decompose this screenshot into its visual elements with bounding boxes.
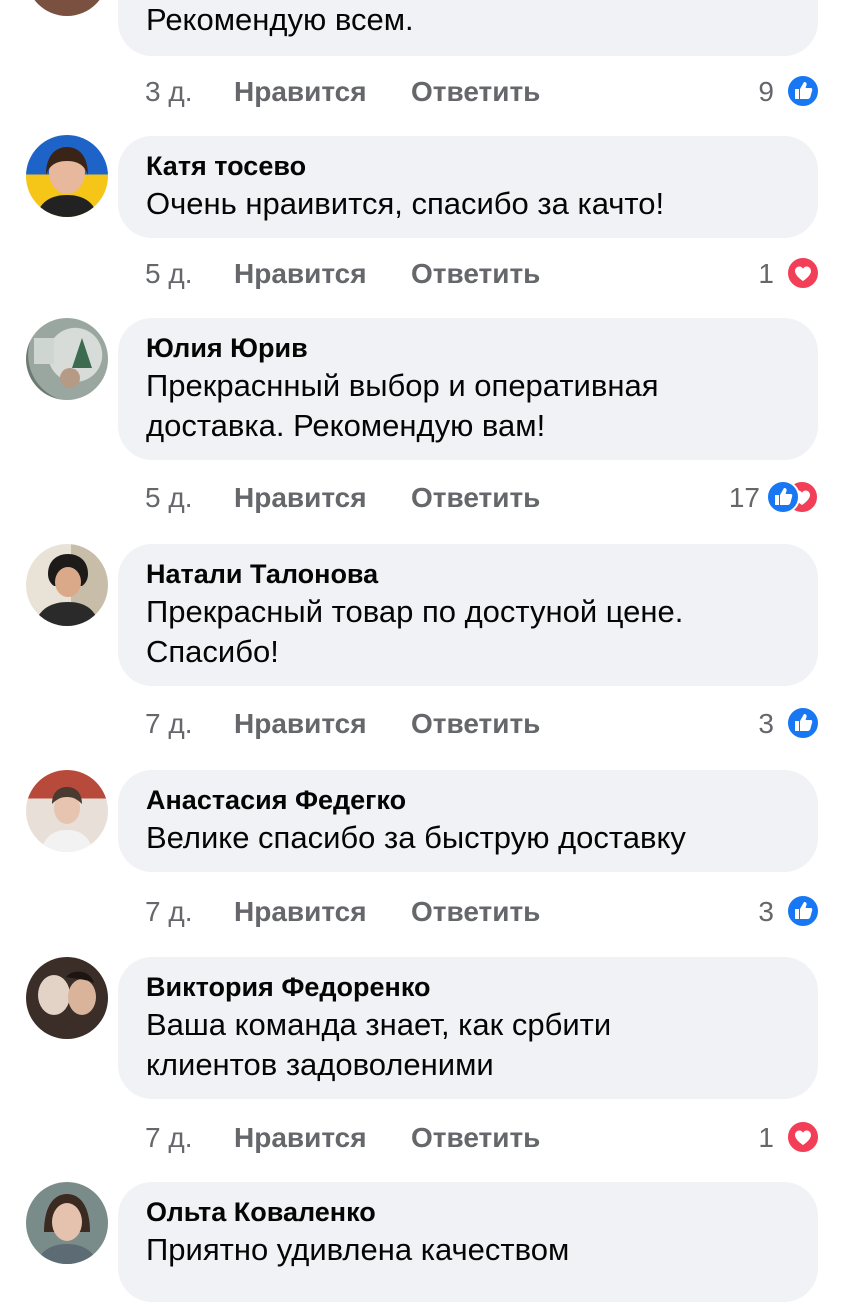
reply-button[interactable]: Ответить bbox=[411, 76, 540, 108]
comment-actions: 5 д. Нравится Ответить 1 bbox=[145, 254, 820, 294]
comment-time[interactable]: 7 д. bbox=[145, 708, 192, 740]
like-button[interactable]: Нравится bbox=[234, 1122, 367, 1154]
reaction-count[interactable]: 1 bbox=[758, 1122, 774, 1154]
comment-text: Рекомендую всем. bbox=[146, 2, 414, 37]
like-icon[interactable] bbox=[786, 74, 820, 108]
avatar-person-icon bbox=[36, 147, 98, 217]
reaction-count[interactable]: 17 bbox=[729, 482, 760, 514]
love-icon[interactable] bbox=[786, 256, 820, 290]
reply-button[interactable]: Ответить bbox=[411, 708, 540, 740]
comment-bubble: Катя тосево Очень нраивится, спасибо за … bbox=[118, 136, 818, 238]
like-button[interactable]: Нравится bbox=[234, 482, 367, 514]
avatar-person-icon bbox=[40, 787, 94, 852]
comment-bubble: Юлия Юрив Прекраснный выбор и оперативна… bbox=[118, 318, 818, 460]
comment-bubble: Виктория Федоренко Ваша команда знает, к… bbox=[118, 957, 818, 1099]
like-icon[interactable] bbox=[786, 894, 820, 928]
reaction-count[interactable]: 9 bbox=[758, 76, 774, 108]
comment-author[interactable]: Натали Талонова bbox=[146, 556, 790, 592]
reaction-count[interactable]: 1 bbox=[758, 258, 774, 290]
avatar-photo-icon bbox=[34, 338, 92, 388]
comment-text: Очень нраивится, спасибо за качто! bbox=[146, 186, 665, 221]
comment-actions: 3 д. Нравится Ответить 9 bbox=[145, 72, 820, 112]
comment-bubble: Натали Талонова Прекрасный товар по дост… bbox=[118, 544, 818, 686]
comment-author[interactable]: Виктория Федоренко bbox=[146, 969, 790, 1005]
like-icon[interactable] bbox=[786, 706, 820, 740]
reaction-count[interactable]: 3 bbox=[758, 708, 774, 740]
avatar-person-icon bbox=[34, 554, 100, 626]
like-button[interactable]: Нравится bbox=[234, 896, 367, 928]
reaction-count[interactable]: 3 bbox=[758, 896, 774, 928]
comment-text: Прекрасный товар по достуной цене. Спаси… bbox=[146, 594, 684, 669]
avatar-photo-icon bbox=[38, 971, 96, 1015]
comment-actions: 7 д. Нравится Ответить 1 bbox=[145, 1118, 820, 1158]
comment-author[interactable]: Катя тосево bbox=[146, 148, 790, 184]
comment-time[interactable]: 7 д. bbox=[145, 1122, 192, 1154]
reaction-icons[interactable] bbox=[766, 480, 820, 514]
comment-author[interactable]: Юлия Юрив bbox=[146, 330, 790, 366]
like-button[interactable]: Нравится bbox=[234, 258, 367, 290]
comment-bubble: Рекомендую всем. bbox=[118, 0, 818, 56]
avatar[interactable] bbox=[26, 135, 108, 217]
comment-text: Ваша команда знает, как србити клиентов … bbox=[146, 1007, 612, 1082]
comment-bubble: Ольта Коваленко Приятно удивлена качеств… bbox=[118, 1182, 818, 1302]
comment-actions: 5 д. Нравится Ответить 17 bbox=[145, 478, 820, 518]
comment-actions: 7 д. Нравится Ответить 3 bbox=[145, 704, 820, 744]
avatar[interactable] bbox=[26, 544, 108, 626]
avatar[interactable] bbox=[26, 318, 108, 400]
comment-text: Приятно удивлена качеством bbox=[146, 1232, 570, 1267]
comment-time[interactable]: 5 д. bbox=[145, 482, 192, 514]
love-icon[interactable] bbox=[786, 1120, 820, 1154]
avatar[interactable] bbox=[26, 957, 108, 1039]
comment-time[interactable]: 7 д. bbox=[145, 896, 192, 928]
like-button[interactable]: Нравится bbox=[234, 708, 367, 740]
reply-button[interactable]: Ответить bbox=[411, 896, 540, 928]
reply-button[interactable]: Ответить bbox=[411, 482, 540, 514]
avatar-person-icon bbox=[36, 1194, 98, 1264]
comment-author[interactable]: Анастасия Федегко bbox=[146, 782, 790, 818]
comment-text: Прекраснный выбор и оперативная доставка… bbox=[146, 368, 659, 443]
reply-button[interactable]: Ответить bbox=[411, 1122, 540, 1154]
comment-time[interactable]: 3 д. bbox=[145, 76, 192, 108]
comment-actions: 7 д. Нравится Ответить 3 bbox=[145, 892, 820, 932]
avatar[interactable] bbox=[26, 0, 108, 16]
like-button[interactable]: Нравится bbox=[234, 76, 367, 108]
comment-author[interactable]: Ольта Коваленко bbox=[146, 1194, 790, 1230]
avatar[interactable] bbox=[26, 770, 108, 852]
avatar[interactable] bbox=[26, 1182, 108, 1264]
comment-time[interactable]: 5 д. bbox=[145, 258, 192, 290]
comment-bubble: Анастасия Федегко Велике спасибо за быст… bbox=[118, 770, 818, 872]
reply-button[interactable]: Ответить bbox=[411, 258, 540, 290]
comment-text: Велике спасибо за быструю доставку bbox=[146, 820, 686, 855]
